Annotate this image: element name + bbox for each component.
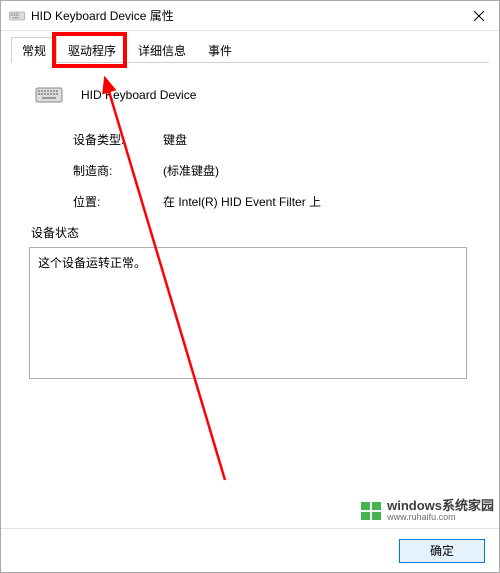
info-value: 在 Intel(R) HID Event Filter 上 (163, 193, 321, 210)
status-label: 设备状态 (31, 224, 473, 241)
close-icon (474, 11, 484, 21)
info-row-type: 设备类型: 键盘 (73, 131, 473, 148)
titlebar: HID Keyboard Device 属性 (1, 1, 499, 31)
watermark: windows系统家园 www.ruhaifu.com (359, 499, 494, 523)
watermark-sub: www.ruhaifu.com (387, 513, 494, 523)
tab-label: 常规 (22, 44, 46, 58)
tab-driver[interactable]: 驱动程序 (57, 37, 127, 63)
info-label: 位置: (73, 193, 163, 210)
keyboard-icon (35, 81, 63, 109)
tab-details[interactable]: 详细信息 (127, 37, 197, 63)
status-textbox[interactable]: 这个设备运转正常。 (29, 247, 467, 379)
properties-dialog: HID Keyboard Device 属性 常规 驱动程序 详细信息 事件 (0, 0, 500, 573)
keyboard-icon (9, 8, 25, 24)
watermark-main: windows系统家园 (387, 499, 494, 513)
info-row-location: 位置: 在 Intel(R) HID Event Filter 上 (73, 193, 473, 210)
tab-events[interactable]: 事件 (197, 37, 243, 63)
tab-label: 驱动程序 (68, 44, 116, 58)
info-value: 键盘 (163, 131, 187, 148)
tab-general[interactable]: 常规 (11, 37, 57, 63)
tabs-row: 常规 驱动程序 详细信息 事件 (1, 31, 499, 63)
status-text: 这个设备运转正常。 (38, 256, 146, 270)
info-label: 设备类型: (73, 131, 163, 148)
window-title: HID Keyboard Device 属性 (31, 7, 459, 24)
button-label: 确定 (430, 542, 454, 559)
info-row-manufacturer: 制造商: (标准键盘) (73, 162, 473, 179)
close-button[interactable] (459, 1, 499, 31)
ok-button[interactable]: 确定 (399, 539, 485, 563)
tabs-underline (11, 62, 489, 63)
tab-label: 事件 (208, 44, 232, 58)
info-value: (标准键盘) (163, 162, 219, 179)
watermark-logo-icon (359, 499, 383, 523)
info-label: 制造商: (73, 162, 163, 179)
device-header: HID Keyboard Device (35, 81, 473, 109)
tab-content-general: HID Keyboard Device 设备类型: 键盘 制造商: (标准键盘)… (1, 63, 499, 528)
device-name: HID Keyboard Device (81, 88, 196, 102)
tab-label: 详细信息 (138, 44, 186, 58)
watermark-text: windows系统家园 www.ruhaifu.com (387, 499, 494, 523)
button-row: 确定 (1, 528, 499, 572)
